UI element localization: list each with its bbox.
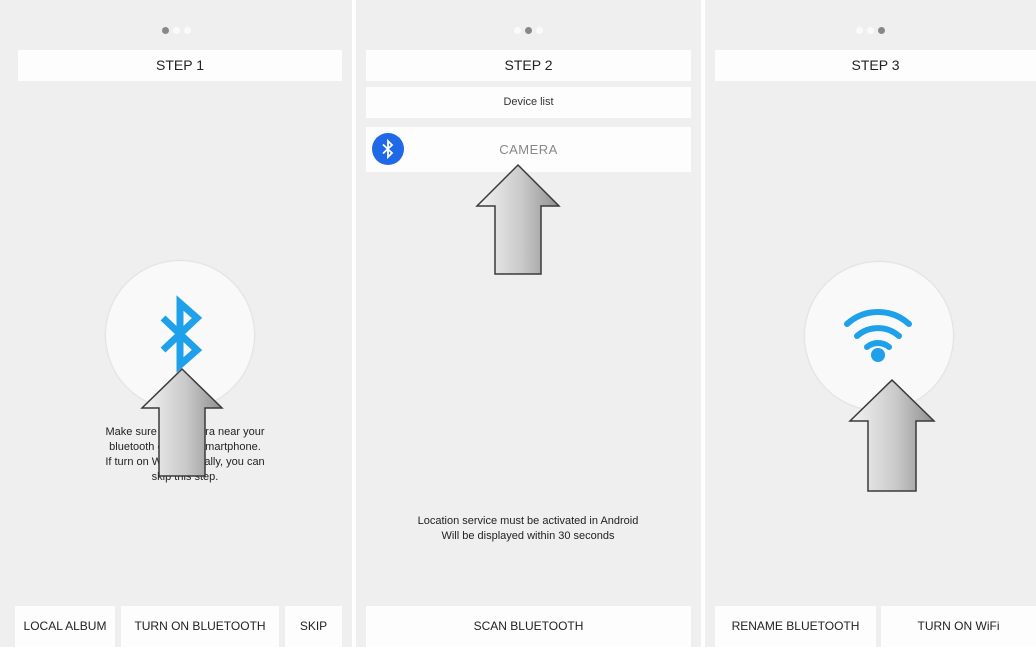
page-indicator <box>0 27 352 35</box>
skip-button[interactable]: SKIP <box>285 606 342 647</box>
step-title: STEP 2 <box>366 50 691 81</box>
up-arrow-icon <box>848 378 936 492</box>
notice-line: Will be displayed within 30 seconds <box>441 530 615 542</box>
location-notice: Location service must be activated in An… <box>378 514 678 544</box>
page-dot <box>514 27 521 34</box>
turn-on-bluetooth-button[interactable]: TURN ON BLUETOOTH <box>121 606 279 647</box>
device-list-header: Device list <box>366 87 691 118</box>
page-indicator <box>356 27 701 35</box>
page-indicator <box>705 27 1036 35</box>
page-dot <box>867 27 874 34</box>
page-dot <box>172 27 180 34</box>
page-dot <box>183 27 191 34</box>
page-dot <box>536 27 543 34</box>
notice-line: Location service must be activated in An… <box>417 515 639 527</box>
page-dot-active <box>525 27 532 34</box>
up-arrow-icon <box>140 367 224 477</box>
step-1-screen: STEP 1 Make sure the camera near your bl… <box>0 0 352 647</box>
scan-bluetooth-button[interactable]: SCAN BLUETOOTH <box>366 606 691 647</box>
step-3-screen: STEP 3 RENAME BLUETOOTH TURN ON WiFi <box>705 0 1036 647</box>
rename-bluetooth-button[interactable]: RENAME BLUETOOTH <box>715 606 876 647</box>
step-title: STEP 1 <box>18 50 342 81</box>
up-arrow-icon <box>475 163 561 275</box>
local-album-button[interactable]: LOCAL ALBUM <box>15 606 115 647</box>
page-dot-active <box>878 27 885 34</box>
page-dot-active <box>161 27 169 34</box>
turn-on-wifi-button[interactable]: TURN ON WiFi <box>881 606 1036 647</box>
step-title: STEP 3 <box>715 50 1036 81</box>
page-dot <box>856 27 863 34</box>
step-2-screen: STEP 2 Device list CAMERA Location servi… <box>356 0 701 647</box>
